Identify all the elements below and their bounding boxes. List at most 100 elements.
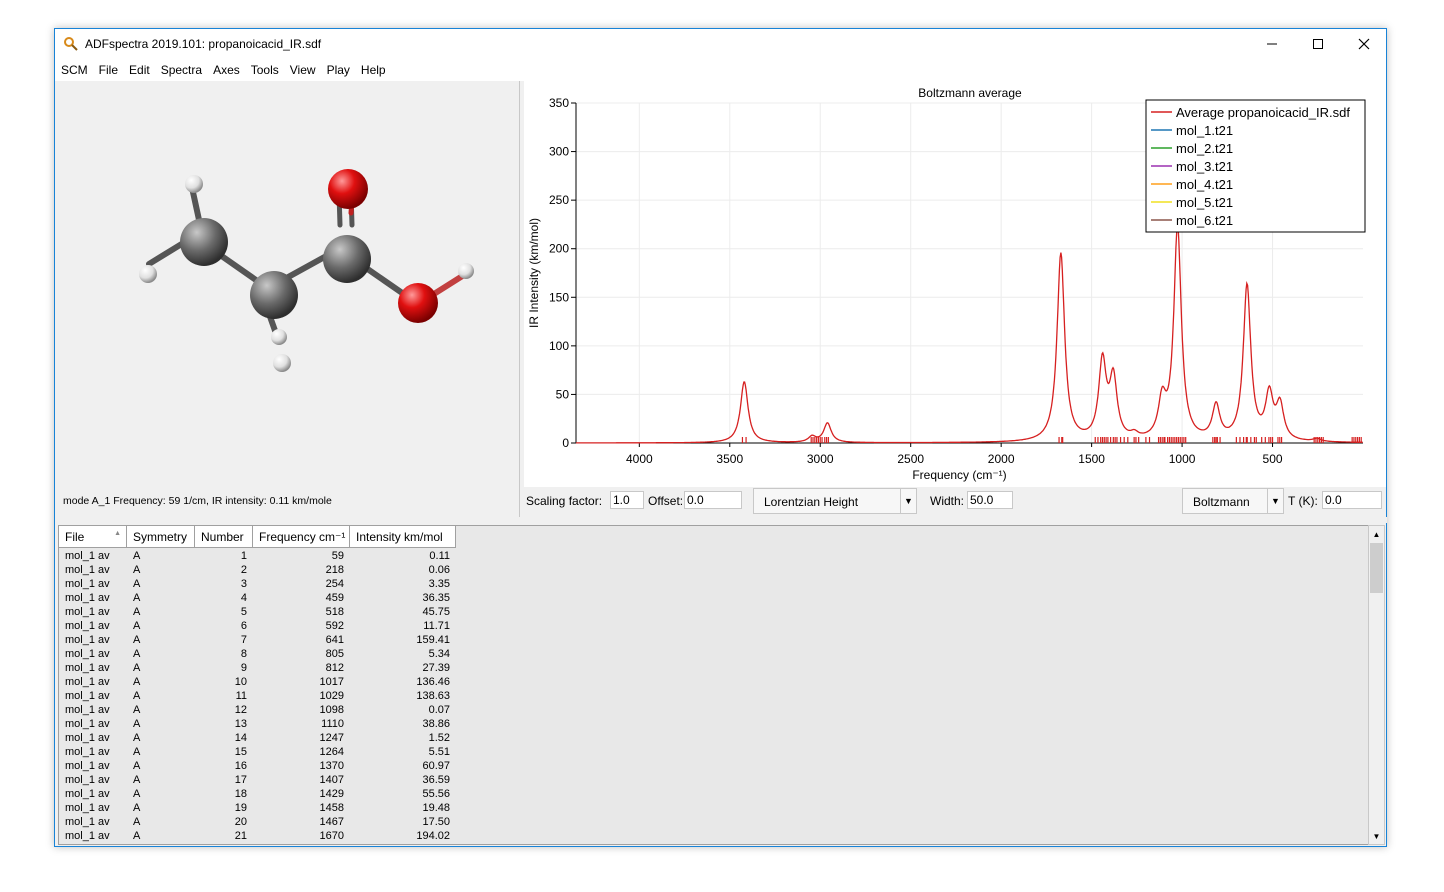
minimize-icon — [1267, 43, 1277, 45]
y-tick-label: 300 — [549, 145, 569, 159]
menu-play[interactable]: Play — [327, 63, 350, 77]
legend-entry[interactable]: Average propanoicacid_IR.sdf — [1176, 105, 1350, 120]
plot-title: Boltzmann average — [918, 86, 1022, 100]
column-header-frequency[interactable]: Frequency cm⁻¹ — [253, 526, 350, 548]
table-row[interactable]: mol_1 av A 8 805 5.34 — [59, 647, 456, 661]
window-title: ADFspectra 2019.101: propanoicacid_IR.sd… — [85, 37, 322, 51]
modes-table[interactable]: File ▲ Symmetry Number Frequency cm⁻¹ In… — [58, 525, 1371, 845]
menu-spectra[interactable]: Spectra — [161, 63, 202, 77]
table-cell: mol_1 av — [65, 690, 110, 702]
table-cell: 1017 — [319, 676, 344, 688]
averaging-select[interactable]: Boltzmann ▼ — [1182, 488, 1284, 514]
table-cell: 518 — [325, 606, 344, 618]
table-row[interactable]: mol_1 av A 20 1467 17.50 — [59, 815, 456, 829]
table-cell: mol_1 av — [65, 606, 110, 618]
table-row[interactable]: mol_1 av A 16 1370 60.97 — [59, 759, 456, 773]
table-cell: mol_1 av — [65, 788, 110, 800]
spectrum-chart[interactable]: 0501001502002503003504000 3500 3000 2500 200… — [524, 81, 1386, 487]
legend-entry[interactable]: mol_1.t21 — [1176, 123, 1233, 138]
table-row[interactable]: mol_1 av A 14 1247 1.52 — [59, 731, 456, 745]
legend-entry[interactable]: mol_3.t21 — [1176, 159, 1233, 174]
table-row[interactable]: mol_1 av A 6 592 11.71 — [59, 619, 456, 633]
horizontal-splitter[interactable] — [56, 517, 1387, 523]
title-bar[interactable]: ADFspectra 2019.101: propanoicacid_IR.sd… — [55, 29, 1386, 59]
table-row[interactable]: mol_1 av A 5 518 45.75 — [59, 605, 456, 619]
table-cell: A — [133, 718, 141, 730]
menu-file[interactable]: File — [99, 63, 118, 77]
table-row[interactable]: mol_1 av A 3 254 3.35 — [59, 577, 456, 591]
table-cell: 641 — [325, 634, 344, 646]
temperature-label: T (K): — [1288, 494, 1318, 508]
table-cell: 1098 — [319, 704, 344, 716]
table-row[interactable]: mol_1 av A 7 641 159.41 — [59, 633, 456, 647]
table-row[interactable]: mol_1 av A 15 1264 5.51 — [59, 745, 456, 759]
y-tick-label: 250 — [549, 193, 569, 207]
temperature-input[interactable]: 0.0 — [1322, 491, 1382, 509]
table-cell: 592 — [325, 620, 344, 632]
molecule-viewer[interactable] — [56, 81, 518, 517]
table-row[interactable]: mol_1 av A 4 459 36.35 — [59, 591, 456, 605]
column-header-symmetry[interactable]: Symmetry — [127, 526, 195, 548]
carbon-atom-1 — [180, 218, 228, 266]
table-cell: A — [133, 578, 141, 590]
spectrum-controls: Scaling factor: 1.0 Offset: 0.0 Lorentzi… — [524, 487, 1386, 515]
width-input[interactable]: 50.0 — [967, 491, 1013, 509]
table-cell: A — [133, 676, 141, 688]
legend-entry[interactable]: mol_2.t21 — [1176, 141, 1233, 156]
minimize-button[interactable] — [1249, 29, 1295, 59]
table-row[interactable]: mol_1 av A 21 1670 194.02 — [59, 829, 456, 843]
menu-view[interactable]: View — [290, 63, 316, 77]
table-row[interactable]: mol_1 av A 10 1017 136.46 — [59, 675, 456, 689]
table-cell: A — [133, 774, 141, 786]
carbon-atom-3 — [323, 235, 371, 283]
table-cell: 17 — [234, 774, 247, 786]
column-header-number[interactable]: Number — [195, 526, 253, 548]
scroll-up-icon[interactable]: ▲ — [1369, 526, 1384, 542]
menu-edit[interactable]: Edit — [129, 63, 150, 77]
x-tick-label: 3500 — [716, 452, 743, 466]
lineshape-select[interactable]: Lorentzian Height ▼ — [753, 488, 917, 514]
table-row[interactable]: mol_1 av A 19 1458 19.48 — [59, 801, 456, 815]
vertical-splitter[interactable] — [519, 81, 523, 517]
table-row[interactable]: mol_1 av A 13 1110 38.86 — [59, 717, 456, 731]
spectrum-plot[interactable]: Boltzmann average 0 50 100 150 200 250 300 350 4… — [524, 81, 1386, 487]
menu-tools[interactable]: Tools — [251, 63, 279, 77]
table-cell: mol_1 av — [65, 704, 110, 716]
menu-help[interactable]: Help — [361, 63, 386, 77]
table-row[interactable]: mol_1 av A 9 812 27.39 — [59, 661, 456, 675]
hydrogen-atom-1 — [185, 175, 203, 193]
legend-entry[interactable]: mol_6.t21 — [1176, 213, 1233, 228]
table-cell: mol_1 av — [65, 746, 110, 758]
legend-entry[interactable]: mol_4.t21 — [1176, 177, 1233, 192]
table-cell: 9 — [240, 662, 247, 674]
table-cell: A — [133, 564, 141, 576]
menu-scm[interactable]: SCM — [61, 63, 88, 77]
table-cell: 14 — [234, 732, 247, 744]
table-row[interactable]: mol_1 av A 12 1098 0.07 — [59, 703, 456, 717]
scaling-factor-input[interactable]: 1.0 — [610, 491, 644, 509]
y-tick-label: 100 — [549, 339, 569, 353]
legend-entry[interactable]: mol_5.t21 — [1176, 195, 1233, 210]
table-cell: 7 — [240, 634, 247, 646]
table-row[interactable]: mol_1 av A 1 59 0.11 — [59, 549, 456, 563]
scroll-thumb[interactable] — [1370, 543, 1383, 593]
maximize-button[interactable] — [1295, 29, 1341, 59]
x-tick-label: 3000 — [807, 452, 834, 466]
column-header-intensity[interactable]: Intensity km/mol — [350, 526, 456, 548]
table-row[interactable]: mol_1 av A 2 218 0.06 — [59, 563, 456, 577]
menu-axes[interactable]: Axes — [213, 63, 240, 77]
table-row[interactable]: mol_1 av A 18 1429 55.56 — [59, 787, 456, 801]
table-row[interactable]: mol_1 av A 17 1407 36.59 — [59, 773, 456, 787]
offset-input[interactable]: 0.0 — [684, 491, 742, 509]
close-button[interactable] — [1341, 29, 1387, 59]
table-cell: 6 — [240, 620, 247, 632]
column-header-file[interactable]: File ▲ — [59, 526, 127, 548]
table-scrollbar[interactable]: ▲ ▼ — [1368, 525, 1385, 845]
table-cell: mol_1 av — [65, 648, 110, 660]
menu-bar: SCM File Edit Spectra Axes Tools View Pl… — [55, 59, 1386, 81]
molecule-3d-view[interactable] — [56, 81, 518, 491]
table-cell: A — [133, 648, 141, 660]
scroll-down-icon[interactable]: ▼ — [1369, 828, 1384, 844]
table-cell: A — [133, 704, 141, 716]
table-row[interactable]: mol_1 av A 11 1029 138.63 — [59, 689, 456, 703]
